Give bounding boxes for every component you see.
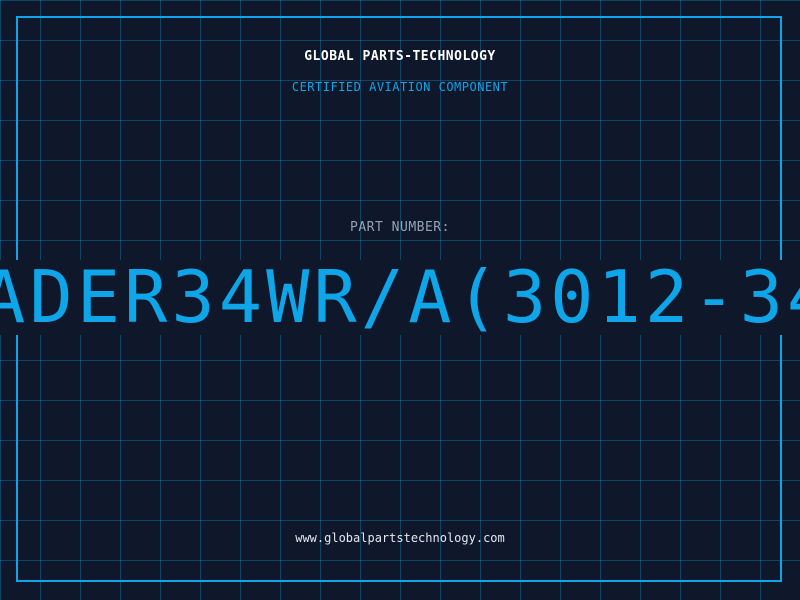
part-number-label: PART NUMBER: — [350, 220, 450, 235]
brand-title: GLOBAL PARTS-TECHNOLOGY — [304, 49, 496, 64]
part-number-band: ADER34WR/A(3012-340) — [0, 260, 800, 335]
part-number-value: ADER34WR/A(3012-340) — [0, 260, 800, 335]
website-url[interactable]: www.globalpartstechnology.com — [0, 531, 800, 545]
certification-subtitle: CERTIFIED AVIATION COMPONENT — [291, 80, 509, 94]
